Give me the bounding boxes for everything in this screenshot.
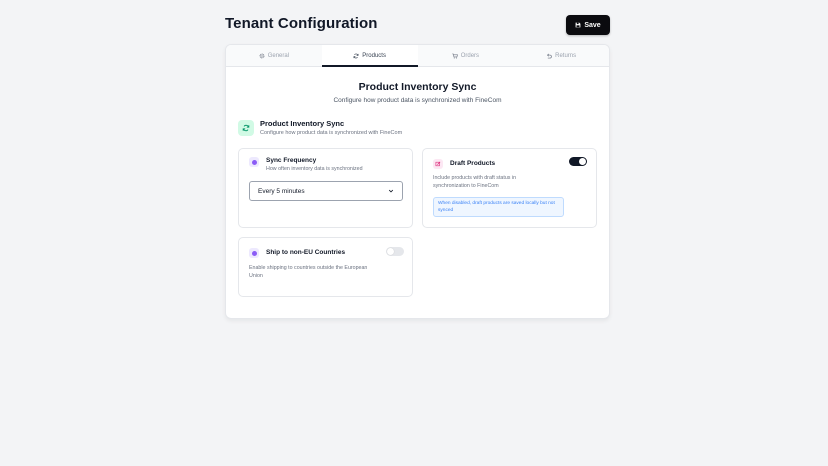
shipping-title: Ship to non-EU Countries <box>266 249 346 256</box>
tab-label: Products <box>362 52 386 59</box>
group-subtitle: Configure how product data is synchroniz… <box>260 130 403 136</box>
tab-general[interactable]: General <box>226 45 322 66</box>
dot-icon <box>249 157 259 167</box>
save-button[interactable]: Save <box>566 15 610 35</box>
sync-frequency-card: Sync Frequency How often inventory data … <box>238 148 413 228</box>
sync-icon <box>238 119 254 136</box>
section-subtitle: Configure how product data is synchroniz… <box>333 97 502 104</box>
tab-orders[interactable]: Orders <box>418 45 514 66</box>
undo-icon <box>547 53 552 58</box>
section-title: Product Inventory Sync <box>358 81 477 93</box>
sync-frequency-subtitle: How often inventory data is synchronized <box>266 166 363 172</box>
dot-icon <box>249 248 259 258</box>
group-title: Product Inventory Sync <box>260 119 345 128</box>
tab-products[interactable]: Products <box>321 45 418 67</box>
page-title: Tenant Configuration <box>225 15 378 32</box>
cart-icon <box>452 53 458 58</box>
draft-products-card: Draft Products Include products with dra… <box>422 148 597 228</box>
draft-products-toggle[interactable] <box>569 157 587 166</box>
sync-frequency-select[interactable]: Every 5 minutes <box>249 181 403 201</box>
sync-icon <box>353 53 359 58</box>
gear-icon <box>259 53 265 58</box>
shipping-card: Ship to non-EU Countries Enable shipping… <box>238 237 413 297</box>
save-button-label: Save <box>584 21 601 29</box>
draft-products-title: Draft Products <box>450 160 496 167</box>
chevron-down-icon <box>388 189 394 193</box>
draft-products-description: Include products with draft status in sy… <box>433 175 517 189</box>
shipping-toggle[interactable] <box>386 247 404 256</box>
sync-frequency-title: Sync Frequency <box>266 157 317 164</box>
pencil-icon <box>433 159 443 169</box>
group-header: Product Inventory Sync Configure how pro… <box>238 119 402 136</box>
tab-label: Returns <box>555 52 577 59</box>
tab-label: General <box>267 52 290 59</box>
config-card: General Products Orders Returns Product … <box>225 44 610 319</box>
tab-returns[interactable]: Returns <box>513 45 609 66</box>
tab-label: Orders <box>460 52 480 59</box>
tab-bar: General Products Orders Returns <box>226 45 609 67</box>
draft-products-note: When disabled, draft products are saved … <box>433 197 564 217</box>
shipping-description: Enable shipping to countries outside the… <box>249 265 368 279</box>
select-value: Every 5 minutes <box>258 187 305 195</box>
floppy-disk-icon <box>575 22 581 28</box>
